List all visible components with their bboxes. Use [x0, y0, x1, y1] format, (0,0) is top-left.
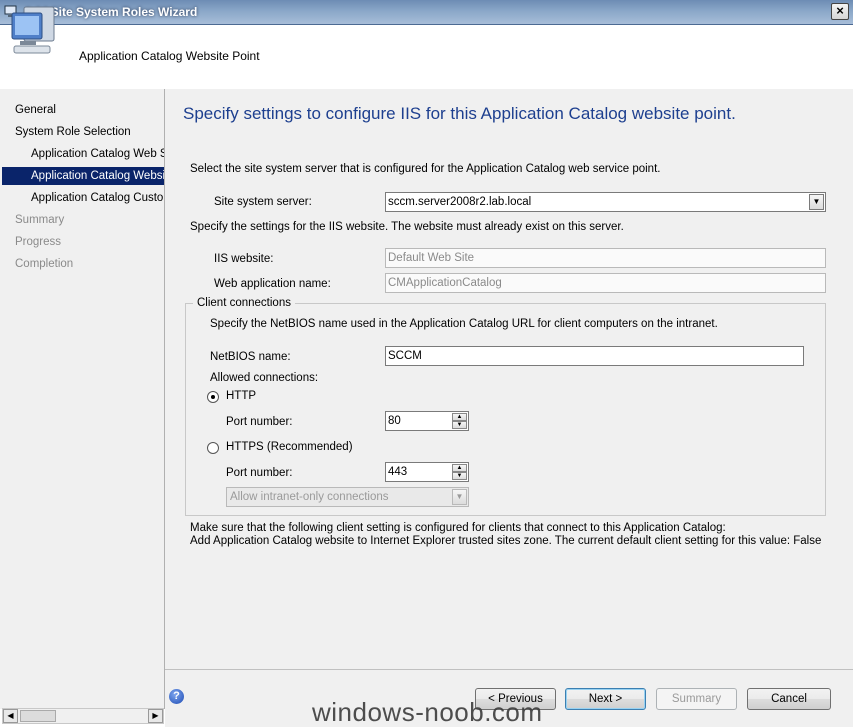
- netbios-instruction-text: Specify the NetBIOS name used in the App…: [210, 318, 718, 330]
- http-port-value: 80: [388, 415, 401, 427]
- https-radio[interactable]: [207, 442, 219, 454]
- iis-settings-text: Specify the settings for the IIS website…: [190, 221, 624, 233]
- chevron-down-icon: ▼: [452, 489, 467, 505]
- header-title: Application Catalog Website Point: [79, 49, 260, 63]
- https-port-spin-buttons[interactable]: ▲ ▼: [452, 464, 467, 480]
- chevron-down-icon[interactable]: ▼: [809, 194, 824, 210]
- https-port-value: 443: [388, 466, 408, 478]
- computer-icon: [11, 6, 55, 54]
- iis-website-field: Default Web Site: [385, 248, 826, 268]
- https-connection-type-dropdown: Allow intranet-only connections ▼: [226, 487, 469, 507]
- watermark-text: windows-noob.com: [312, 697, 543, 727]
- scroll-left-icon[interactable]: ◀: [3, 709, 18, 723]
- http-port-label: Port number:: [226, 416, 293, 428]
- spin-up-icon[interactable]: ▲: [452, 413, 467, 421]
- site-system-server-dropdown[interactable]: sccm.server2008r2.lab.local ▼: [385, 192, 826, 212]
- spin-down-icon[interactable]: ▼: [452, 472, 467, 480]
- wizard-steps-panel: General System Role Selection Applicatio…: [0, 89, 165, 709]
- nav-step-summary: Summary: [15, 214, 65, 226]
- page-heading: Specify settings to configure IIS for th…: [183, 104, 736, 123]
- nav-horizontal-scrollbar[interactable]: ◀ ▶: [2, 708, 164, 724]
- nav-step-system-role-selection[interactable]: System Role Selection: [15, 123, 164, 141]
- web-application-name-field: CMApplicationCatalog: [385, 273, 826, 293]
- https-label[interactable]: HTTPS (Recommended): [226, 441, 353, 453]
- nav-step-app-catalog-website[interactable]: Application Catalog Website Point: [2, 167, 164, 185]
- nav-step-app-catalog-customizations[interactable]: Application Catalog Customizations: [31, 189, 164, 207]
- https-port-label: Port number:: [226, 467, 293, 479]
- client-setting-note: Make sure that the following client sett…: [190, 522, 726, 534]
- http-port-stepper[interactable]: 80 ▲ ▼: [385, 411, 469, 431]
- netbios-name-input[interactable]: SCCM: [385, 346, 804, 366]
- iis-website-label: IIS website:: [214, 253, 274, 265]
- site-system-server-label: Site system server:: [214, 196, 312, 208]
- next-button[interactable]: Next >: [565, 688, 646, 710]
- https-port-stepper[interactable]: 443 ▲ ▼: [385, 462, 469, 482]
- http-label[interactable]: HTTP: [226, 390, 256, 402]
- close-button[interactable]: ×: [831, 3, 849, 20]
- trusted-sites-note: Add Application Catalog website to Inter…: [190, 535, 822, 547]
- allowed-connections-label: Allowed connections:: [210, 372, 319, 384]
- http-radio[interactable]: [207, 391, 219, 403]
- scrollbar-thumb[interactable]: [20, 710, 56, 722]
- spin-down-icon[interactable]: ▼: [452, 421, 467, 429]
- netbios-name-label: NetBIOS name:: [210, 351, 291, 363]
- cancel-button[interactable]: Cancel: [747, 688, 831, 710]
- web-application-name-label: Web application name:: [214, 278, 331, 290]
- client-connections-title: Client connections: [193, 297, 295, 309]
- help-icon[interactable]: ?: [169, 689, 184, 704]
- https-connection-type-value: Allow intranet-only connections: [230, 491, 389, 503]
- nav-step-general[interactable]: General: [15, 101, 164, 119]
- summary-button: Summary: [656, 688, 737, 710]
- spin-up-icon[interactable]: ▲: [452, 464, 467, 472]
- site-system-server-value: sccm.server2008r2.lab.local: [388, 196, 532, 208]
- nav-step-completion: Completion: [15, 258, 74, 270]
- close-icon: ×: [836, 3, 844, 18]
- client-connections-group: [185, 303, 826, 516]
- select-server-text: Select the site system server that is co…: [190, 163, 661, 175]
- scroll-right-icon[interactable]: ▶: [148, 709, 163, 723]
- nav-step-app-catalog-web-service[interactable]: Application Catalog Web Service Point: [31, 145, 164, 163]
- nav-step-progress: Progress: [15, 236, 62, 248]
- http-port-spin-buttons[interactable]: ▲ ▼: [452, 413, 467, 429]
